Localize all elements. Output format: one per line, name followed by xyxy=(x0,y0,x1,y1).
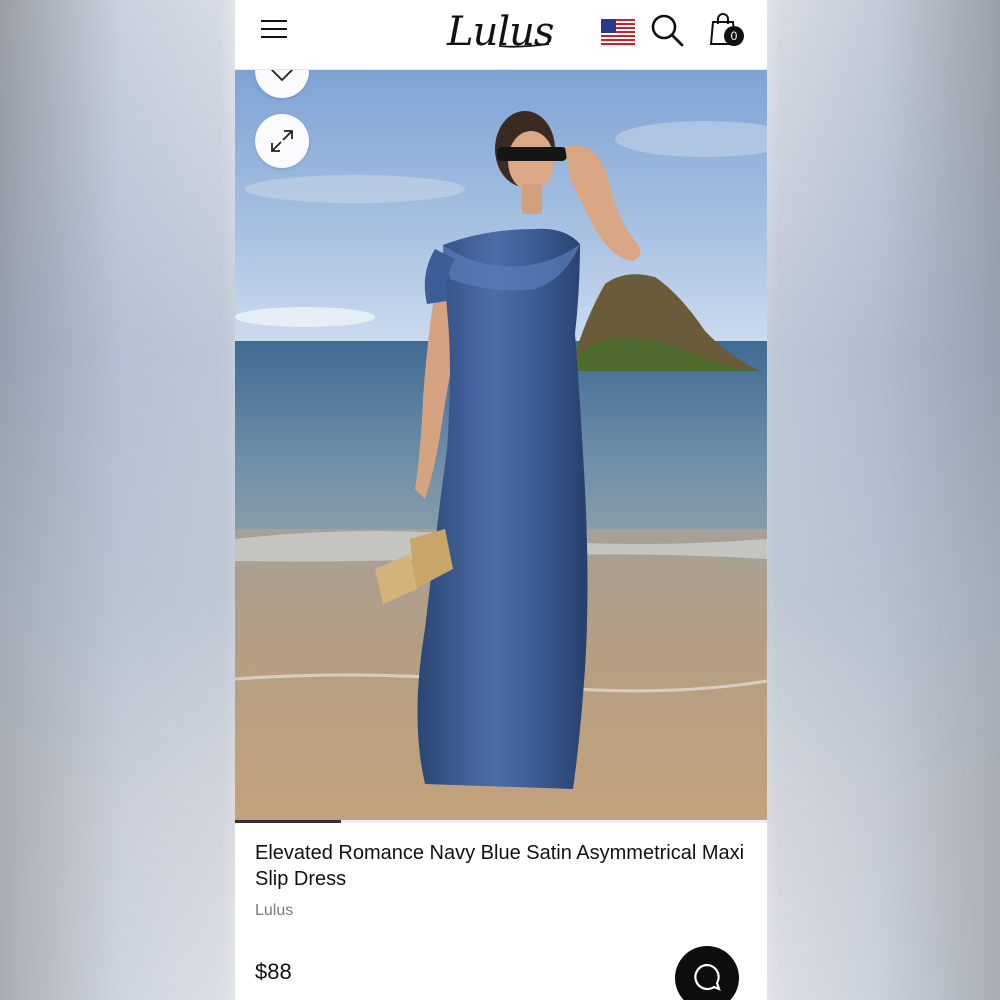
beach-photo xyxy=(235,69,767,822)
background-blur-left xyxy=(0,0,235,1000)
lulus-logo[interactable]: Lulus xyxy=(447,2,554,62)
search-icon[interactable] xyxy=(649,12,685,48)
product-brand[interactable]: Lulus xyxy=(255,902,293,920)
chat-bubble-icon xyxy=(694,963,721,991)
product-image[interactable] xyxy=(235,69,767,822)
product-price: $88 xyxy=(255,959,292,984)
background-blur-right xyxy=(765,0,1000,1000)
gallery-progress-fill xyxy=(235,820,342,823)
product-page: Lulus 0 Elevated Romance Navy Blue Satin… xyxy=(235,0,767,1000)
us-flag-icon[interactable] xyxy=(601,19,635,45)
cart-count-badge: 0 xyxy=(724,26,744,46)
gallery-progress xyxy=(235,820,767,823)
menu-icon[interactable] xyxy=(261,17,289,41)
top-navigation-bar: Lulus 0 xyxy=(235,0,767,70)
product-title: Elevated Romance Navy Blue Satin Asymmet… xyxy=(255,842,745,890)
heart-icon xyxy=(270,69,294,82)
expand-icon xyxy=(271,130,293,152)
logo-swash xyxy=(498,43,550,48)
expand-image-button[interactable] xyxy=(255,114,309,168)
chat-button[interactable] xyxy=(675,946,739,1000)
